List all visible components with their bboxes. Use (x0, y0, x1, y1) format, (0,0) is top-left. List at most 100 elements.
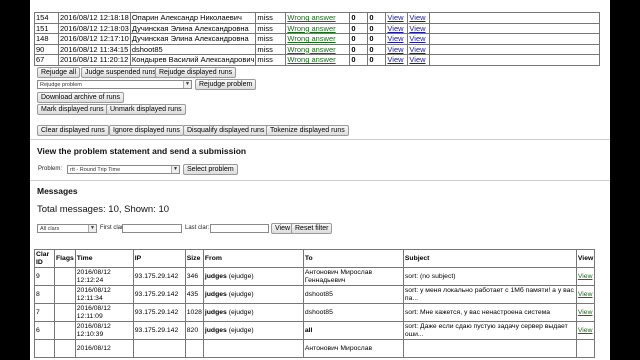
clar-size: 820 (184, 321, 204, 340)
clar-id: 8 (34, 285, 55, 304)
rejudge-all-button[interactable]: Rejudge all (37, 67, 81, 78)
run-lang: miss (255, 43, 287, 55)
view-source-link[interactable]: View (387, 13, 403, 22)
unmark-displayed-button[interactable]: Unmark displayed runs (106, 104, 186, 115)
clar-filter-select[interactable]: All clars ▼ (37, 224, 97, 233)
clear-displayed-button[interactable]: Clear displayed runs (37, 125, 109, 136)
divider (30, 180, 610, 181)
run-lang: miss (255, 22, 287, 34)
rejudge-problem-button[interactable]: Rejudge problem (195, 79, 257, 90)
view-source-link[interactable]: View (387, 45, 403, 54)
column-header: Subject (402, 249, 577, 268)
view-clar-link[interactable]: View (578, 273, 593, 280)
mark-displayed-button[interactable]: Mark displayed runs (37, 104, 108, 115)
empty-cell (429, 12, 601, 24)
view-report-link[interactable]: View (409, 13, 425, 22)
table-row: 8 2016/08/12 12:11:34 93.175.29.142 435 judg… (34, 285, 596, 304)
judge-suspended-button[interactable]: Judge suspended runs (81, 67, 160, 78)
chevron-down-icon: ▼ (171, 166, 179, 173)
first-clar-input[interactable] (122, 224, 182, 233)
run-user: Кондырев Василий Александрович (129, 54, 257, 66)
rejudge-problem-select[interactable]: Rejudge problem ▼ (37, 80, 192, 89)
tokenize-displayed-button[interactable]: Tokenize displayed runs (266, 125, 349, 136)
run-id: 148 (34, 33, 59, 45)
clar-time: 2016/08/12 12:11:34 (74, 285, 134, 304)
last-clar-input[interactable] (210, 224, 269, 233)
run-score: 0 (349, 33, 369, 45)
run-col7: 0 (367, 12, 387, 24)
clar-ip: 93.175.29.142 (132, 321, 186, 340)
download-archive-button[interactable]: Download archive of runs (37, 92, 124, 103)
messages-total: Total messages: 10, Shown: 10 (37, 204, 170, 215)
view-clar-link[interactable]: View (578, 309, 593, 316)
view-cell: View (575, 303, 596, 322)
run-time: 2016/08/12 12:18:03 (58, 22, 131, 34)
run-id: 67 (34, 54, 59, 66)
view-cell: View (407, 22, 431, 34)
view-report-link[interactable]: View (409, 55, 425, 64)
view-cell: View (407, 33, 431, 45)
clar-id: 9 (34, 267, 55, 286)
view-source-link[interactable]: View (387, 55, 403, 64)
clar-size: 1028 (184, 303, 204, 322)
clar-id: 6 (34, 321, 55, 340)
rejudge-displayed-button[interactable]: Rejudge displayed runs (155, 67, 237, 78)
run-score: 0 (349, 54, 369, 66)
run-col7: 0 (367, 22, 387, 34)
clar-to: Антонович Мирослав Геннадьевич (302, 267, 404, 286)
run-col7: 0 (367, 33, 387, 45)
disqualify-displayed-button[interactable]: Disqualify displayed runs (183, 125, 269, 136)
submission-heading: View the problem statement and send a su… (37, 146, 247, 156)
problem-select[interactable]: rtt - Round Trip Time ▼ (67, 165, 180, 174)
view-report-link[interactable]: View (409, 24, 425, 33)
run-result-link[interactable]: Wrong answer (287, 34, 335, 43)
clar-to: all (302, 321, 404, 340)
runs-table: 154 2016/08/12 12:18:18 Опарин Александр Н… (34, 12, 601, 66)
view-clar-link[interactable]: View (578, 291, 593, 298)
clar-flags (54, 285, 76, 304)
clar-ip: 93.175.29.142 (132, 303, 186, 322)
run-result-link[interactable]: Wrong answer (287, 13, 335, 22)
column-header: Clar ID (34, 249, 55, 268)
clar-time: 2016/08/12 (74, 339, 134, 358)
view-report-link[interactable]: View (409, 45, 425, 54)
run-result-cell: Wrong answer (285, 54, 351, 66)
run-result-link[interactable]: Wrong answer (287, 45, 335, 54)
run-result-link[interactable]: Wrong answer (287, 55, 335, 64)
run-result-link[interactable]: Wrong answer (287, 24, 335, 33)
reset-filter-button[interactable]: Reset filter (291, 223, 333, 234)
view-cell: View (407, 43, 431, 55)
column-header: View (575, 249, 596, 268)
view-cell: View (385, 22, 409, 34)
ignore-displayed-button[interactable]: Ignore displayed runs (109, 125, 184, 136)
view-clar-link[interactable]: View (578, 327, 593, 334)
run-lang: miss (255, 54, 287, 66)
messages-heading: Messages (37, 186, 78, 196)
first-clar-label: First clar: (100, 225, 125, 231)
clar-from-extra: (ejudge) (228, 326, 254, 334)
messages-table: Clar ID Flags Time IP Size From To Subject View … (34, 249, 596, 358)
problem-label: Problem: (38, 166, 63, 172)
select-problem-button[interactable]: Select problem (183, 164, 238, 175)
clar-flags (54, 321, 76, 340)
clar-from: judges (ejudge) (202, 267, 304, 286)
column-header: Flags (54, 249, 76, 268)
table-row: 154 2016/08/12 12:18:18 Опарин Александр Н… (34, 12, 601, 24)
table-row: 67 2016/08/12 11:20:12 Кондырев Василий Ал… (34, 54, 601, 66)
view-cell: View (385, 12, 409, 24)
view-cell: View (385, 43, 409, 55)
empty-cell (429, 43, 601, 55)
clar-from: judges (ejudge) (202, 303, 304, 322)
view-source-link[interactable]: View (387, 34, 403, 43)
run-time: 2016/08/12 11:20:12 (58, 54, 131, 66)
table-row: 151 2016/08/12 12:18:03 Дучинская Элина Ал… (34, 22, 601, 34)
chevron-down-icon: ▼ (183, 81, 191, 88)
column-header: Time (74, 249, 134, 268)
browser-page: 154 2016/08/12 12:18:18 Опарин Александр Н… (30, 0, 610, 360)
view-source-link[interactable]: View (387, 24, 403, 33)
clar-to: dshoot85 (302, 303, 404, 322)
view-report-link[interactable]: View (409, 34, 425, 43)
clar-subject: sort: у меня локально работает с 1Мб пам… (402, 285, 577, 304)
clar-subject (402, 339, 577, 358)
clar-ip: 93.175.29.142 (132, 285, 186, 304)
